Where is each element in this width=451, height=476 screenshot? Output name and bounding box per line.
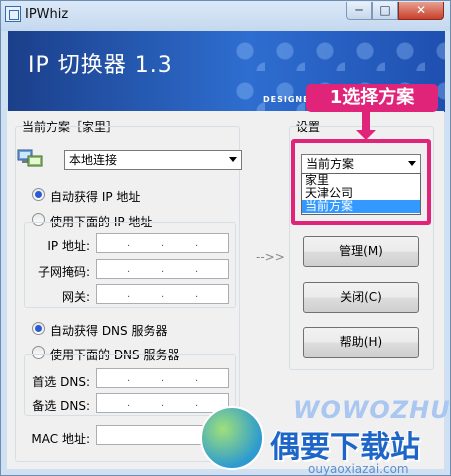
callout-arrow <box>356 112 376 140</box>
watermark-logo <box>200 406 264 470</box>
primary-dns-field[interactable]: ... <box>96 368 229 388</box>
network-computer-icon <box>17 149 43 167</box>
connection-dropdown[interactable]: 本地连接 <box>64 150 242 170</box>
titlebar: IPWhiz ─ □ ✕ <box>1 1 450 31</box>
minimize-button[interactable]: ─ <box>346 2 372 20</box>
primary-dns-label: 首选 DNS: <box>32 375 90 389</box>
maximize-button[interactable]: □ <box>372 2 398 20</box>
window-title: IPWhiz <box>25 7 69 22</box>
mac-address-label: MAC 地址: <box>31 432 90 446</box>
help-button[interactable]: 帮助(H) <box>303 327 419 358</box>
ip-address-label: IP 地址: <box>47 239 90 253</box>
ip-address-field[interactable]: ... <box>96 233 229 253</box>
auto-ip-label: 自动获得 IP 地址 <box>50 190 141 204</box>
arrow-indicator: -->> <box>256 250 285 264</box>
auto-ip-radio[interactable] <box>32 188 45 201</box>
select-scheme-callout: 1选择方案 <box>306 84 438 112</box>
chevron-down-icon <box>408 161 416 166</box>
manage-button[interactable]: 管理(M) <box>303 236 419 267</box>
watermark-url: ouyaoxiazai.com <box>308 462 409 476</box>
watermark-brand: WOWOZHU <box>293 396 451 424</box>
gateway-label: 网关: <box>61 290 90 304</box>
chevron-down-icon <box>229 157 237 162</box>
watermark-name: 偶要下载站 <box>270 430 420 465</box>
close-window-button[interactable]: ✕ <box>398 2 444 20</box>
close-button[interactable]: 关闭(C) <box>303 282 419 313</box>
gateway-field[interactable]: ... <box>96 284 229 304</box>
auto-dns-radio[interactable] <box>32 322 45 335</box>
banner-title: IP 切换器 1.3 <box>28 53 173 78</box>
app-icon <box>5 6 21 22</box>
scheme-option-current[interactable]: 当前方案 <box>302 200 420 213</box>
watermark: WOWOZHU 偶要下载站 ouyaoxiazai.com <box>200 392 451 476</box>
subnet-mask-label: 子网掩码: <box>37 265 90 279</box>
scheme-dropdown-value: 当前方案 <box>306 157 355 171</box>
subnet-mask-field[interactable]: ... <box>96 259 229 279</box>
connection-value: 本地连接 <box>69 153 118 167</box>
secondary-dns-label: 备选 DNS: <box>32 399 90 413</box>
scheme-dropdown[interactable]: 当前方案 <box>301 154 421 174</box>
auto-dns-label: 自动获得 DNS 服务器 <box>50 324 168 338</box>
scheme-options-list: 家里 天津公司 当前方案 <box>301 173 421 215</box>
